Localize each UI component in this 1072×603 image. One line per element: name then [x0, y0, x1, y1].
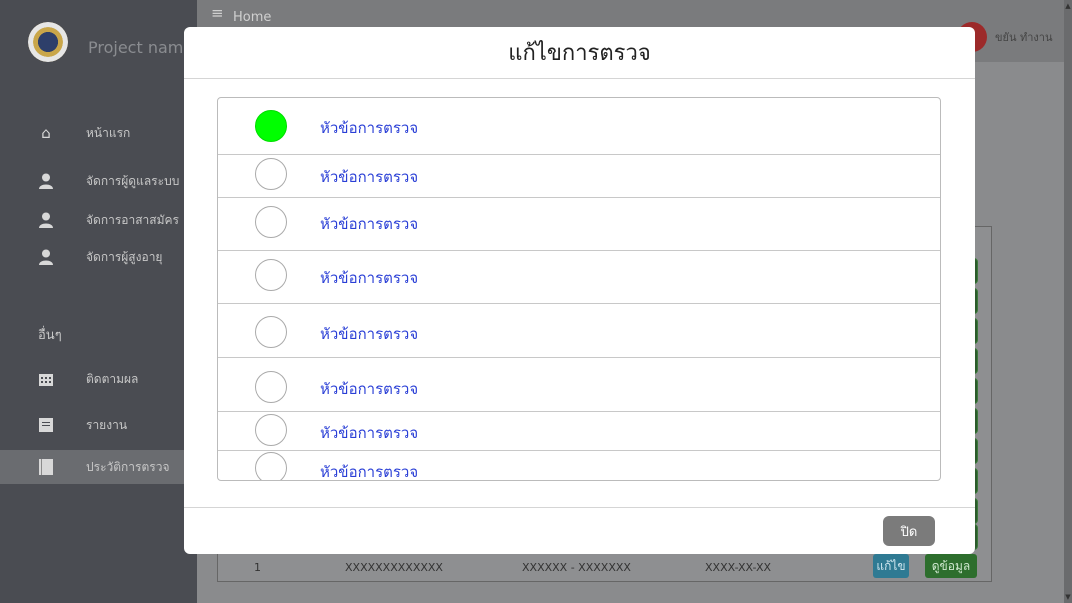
sidebar-item-home[interactable]: ⌂ หน้าแรก [0, 116, 197, 150]
edit-button[interactable]: แก้ไข [873, 554, 909, 578]
sidebar-item-volunteers[interactable]: จัดการอาสาสมัคร [0, 203, 197, 237]
dialog-footer-divider [184, 507, 975, 508]
list-item[interactable]: หัวข้อการตรวจ [218, 451, 940, 481]
topic-label: หัวข้อการตรวจ [320, 119, 419, 137]
topic-label: หัวข้อการตรวจ [320, 269, 419, 287]
document-icon [38, 417, 54, 433]
sidebar: Project name ⌂ หน้าแรก จัดการผู้ดูแลระบบ… [0, 0, 197, 603]
list-item[interactable]: หัวข้อการตรวจ [218, 155, 940, 198]
topic-label: หัวข้อการตรวจ [320, 215, 419, 233]
radio-unchecked[interactable] [255, 158, 287, 190]
close-button[interactable]: ปิด [883, 516, 935, 546]
calendar-icon [38, 371, 54, 387]
sidebar-item-label: ติดตามผล [86, 371, 139, 386]
radio-unchecked[interactable] [255, 371, 287, 403]
view-button[interactable]: ดูข้อมูล [925, 554, 977, 578]
dialog-title: แก้ไขการตรวจ [508, 41, 651, 66]
radio-unchecked[interactable] [255, 206, 287, 238]
user-icon [38, 249, 54, 265]
topic-label: หัวข้อการตรวจ [320, 168, 419, 186]
topic-label: หัวข้อการตรวจ [320, 325, 419, 343]
edit-inspection-dialog: แก้ไขการตรวจ หัวข้อการตรวจ หัวข้อการตรวจ… [184, 27, 975, 554]
topic-label: หัวข้อการตรวจ [320, 380, 419, 398]
sidebar-item-label: ประวัติการตรวจ [86, 459, 170, 474]
sidebar-item-label: จัดการผู้สูงอายุ [86, 249, 163, 264]
scrollbar[interactable] [1064, 0, 1072, 603]
scroll-up-icon[interactable]: ▲ [1064, 2, 1072, 10]
topic-label: หัวข้อการตรวจ [320, 463, 419, 481]
radio-unchecked[interactable] [255, 316, 287, 348]
topic-label: หัวข้อการตรวจ [320, 424, 419, 442]
radio-unchecked[interactable] [255, 259, 287, 291]
breadcrumb[interactable]: Home [233, 10, 271, 25]
inspection-topic-list: หัวข้อการตรวจ หัวข้อการตรวจ หัวข้อการตรว… [217, 97, 941, 481]
row-number: 1 [254, 560, 261, 574]
hamburger-icon[interactable]: ≡ [211, 4, 224, 22]
list-item[interactable]: หัวข้อการตรวจ [218, 304, 940, 358]
dialog-header: แก้ไขการตรวจ [184, 27, 975, 79]
brand: Project name [0, 0, 197, 92]
radio-unchecked[interactable] [255, 414, 287, 446]
user-name[interactable]: ขยัน ทำงาน [995, 28, 1052, 46]
user-icon [38, 173, 54, 189]
sidebar-item-label: รายงาน [86, 417, 128, 432]
sidebar-item-label: จัดการผู้ดูแลระบบ [86, 173, 180, 188]
sidebar-section-label: อื่นๆ [38, 328, 62, 343]
sidebar-item-history[interactable]: ประวัติการตรวจ [0, 450, 197, 484]
sidebar-item-label: หน้าแรก [86, 125, 131, 140]
sidebar-item-admins[interactable]: จัดการผู้ดูแลระบบ [0, 164, 197, 198]
list-item[interactable]: หัวข้อการตรวจ [218, 412, 940, 451]
sidebar-item-reports[interactable]: รายงาน [0, 408, 197, 442]
radio-unchecked[interactable] [255, 452, 287, 480]
sidebar-item-label: จัดการอาสาสมัคร [86, 212, 179, 227]
book-icon [38, 459, 54, 475]
radio-checked[interactable] [255, 110, 287, 142]
sidebar-item-elderly[interactable]: จัดการผู้สูงอายุ [0, 240, 197, 274]
scroll-down-icon[interactable]: ▼ [1064, 593, 1072, 601]
project-name: Project name [88, 38, 194, 57]
user-icon [38, 212, 54, 228]
row-code: XXXXXXXXXXXXX [345, 560, 443, 574]
list-item[interactable]: หัวข้อการตรวจ [218, 358, 940, 412]
row-range: XXXXXX - XXXXXXX [522, 560, 631, 574]
row-date: XXXX-XX-XX [705, 560, 772, 574]
sidebar-item-follow-up[interactable]: ติดตามผล [0, 362, 197, 396]
list-item[interactable]: หัวข้อการตรวจ [218, 251, 940, 304]
list-item[interactable]: หัวข้อการตรวจ [218, 198, 940, 251]
list-item[interactable]: หัวข้อการตรวจ [218, 98, 940, 155]
logo [28, 22, 68, 62]
home-icon: ⌂ [41, 124, 51, 142]
